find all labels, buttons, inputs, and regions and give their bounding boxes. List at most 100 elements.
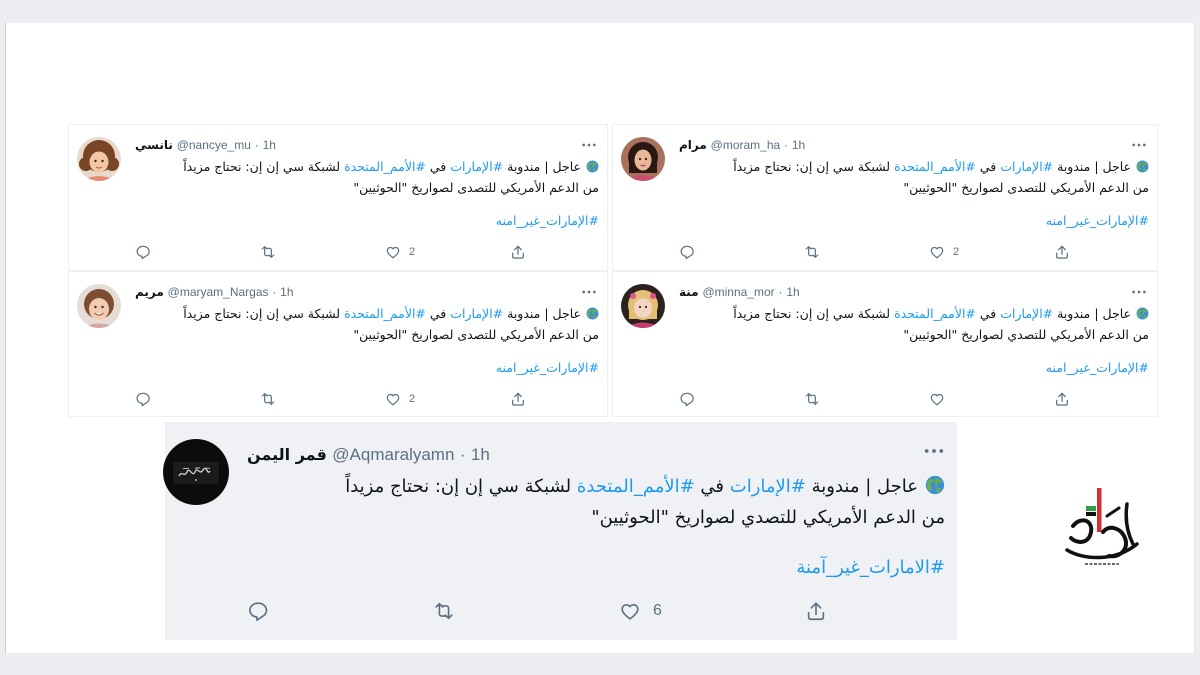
avatar[interactable]: [621, 284, 665, 328]
retweet-icon[interactable]: [804, 244, 820, 260]
avatar[interactable]: [163, 439, 229, 505]
retweet-button[interactable]: [804, 243, 929, 261]
hashtag-link[interactable]: #الأمم_المتحدة: [894, 306, 976, 321]
hashtag-link[interactable]: #الإمارات: [730, 476, 806, 497]
share-button[interactable]: [805, 599, 991, 623]
like-icon[interactable]: [385, 244, 401, 260]
like-count: 6: [653, 602, 662, 619]
display-name[interactable]: قمر اليمن: [247, 445, 327, 464]
like-button[interactable]: 6: [619, 599, 805, 623]
reply-icon[interactable]: [679, 391, 695, 407]
more-options-icon[interactable]: [1131, 289, 1147, 295]
globe-icon: [925, 475, 945, 495]
user-handle[interactable]: @Aqmaralyamn: [332, 445, 454, 464]
timestamp[interactable]: 1h: [471, 445, 490, 464]
hashtag-link[interactable]: #الأمم_المتحدة: [344, 159, 426, 174]
reply-icon[interactable]: [247, 600, 269, 622]
display-name[interactable]: منة: [679, 285, 699, 299]
tweet-text-segment: لشبكة سي إن إن: نحتاج مزيداً: [183, 306, 341, 321]
timestamp[interactable]: 1h: [263, 138, 276, 152]
user-handle[interactable]: @maryam_Nargas: [168, 285, 269, 299]
hashtag-link[interactable]: #الإمارات_غير_امنه: [135, 358, 599, 378]
reply-icon[interactable]: [135, 391, 151, 407]
hashtag-link[interactable]: #الأمم_المتحدة: [577, 476, 695, 497]
like-button[interactable]: 2: [385, 390, 510, 408]
tweet-text-segment: لشبكة سي إن إن: نحتاج مزيداً: [345, 476, 572, 497]
timestamp[interactable]: 1h: [792, 138, 805, 152]
share-button[interactable]: [1054, 390, 1179, 408]
more-options-icon[interactable]: [581, 142, 597, 148]
like-icon[interactable]: [385, 391, 401, 407]
retweet-icon[interactable]: [804, 391, 820, 407]
tweet-text-line: من الدعم الأمريكي للتصدى لصواريخ "الحوثي…: [353, 180, 599, 195]
avatar[interactable]: [621, 137, 665, 181]
like-icon[interactable]: [929, 391, 945, 407]
reply-icon[interactable]: [135, 244, 151, 260]
user-handle[interactable]: @minna_mor: [702, 285, 774, 299]
hashtag-link[interactable]: #الإمارات: [1000, 159, 1053, 174]
tweet-card[interactable]: مرام @moram_ha · 1h عاجل | مندوبة #الإما…: [612, 124, 1158, 271]
share-icon[interactable]: [1054, 244, 1070, 260]
avatar[interactable]: [77, 284, 121, 328]
timestamp[interactable]: 1h: [786, 285, 799, 299]
tweet-header: نانسي @nancye_mu · 1h: [135, 137, 276, 154]
share-icon[interactable]: [805, 600, 827, 622]
tweet-text-segment: لشبكة سي إن إن: نحتاج مزيداً: [183, 159, 341, 174]
hashtag-link[interactable]: #الإمارات: [450, 159, 503, 174]
hashtag-link[interactable]: #الأمم_المتحدة: [894, 159, 976, 174]
retweet-button[interactable]: [260, 243, 385, 261]
retweet-button[interactable]: [260, 390, 385, 408]
avatar[interactable]: [77, 137, 121, 181]
tweet-card[interactable]: منة @minna_mor · 1h عاجل | مندوبة #الإما…: [612, 271, 1158, 417]
display-name[interactable]: نانسي: [135, 138, 173, 152]
tweet-text-segment: في: [429, 159, 447, 174]
share-icon[interactable]: [510, 244, 526, 260]
retweet-icon[interactable]: [260, 244, 276, 260]
reply-button[interactable]: [135, 390, 260, 408]
share-icon[interactable]: [510, 391, 526, 407]
reply-button[interactable]: [247, 599, 433, 623]
like-icon[interactable]: [619, 600, 641, 622]
retweet-button[interactable]: [433, 599, 619, 623]
tweet-text-line: من الدعم الأمريكي للتصدى لصواريخ "الحوثي…: [903, 180, 1149, 195]
timestamp[interactable]: 1h: [280, 285, 293, 299]
user-handle[interactable]: @moram_ha: [711, 138, 781, 152]
reply-button[interactable]: [135, 243, 260, 261]
like-button[interactable]: [929, 390, 1054, 408]
tweet-card[interactable]: مريم @maryam_Nargas · 1h عاجل | مندوبة #…: [68, 271, 608, 417]
tweet-text-segment: في: [979, 306, 997, 321]
more-options-icon[interactable]: [1131, 142, 1147, 148]
share-button[interactable]: [1054, 243, 1179, 261]
like-button[interactable]: 2: [385, 243, 510, 261]
hashtag-link[interactable]: #الإمارات_غير_امنه: [679, 358, 1149, 378]
display-name[interactable]: مريم: [135, 285, 164, 299]
hashtag-link[interactable]: #الإمارات_غير_امنه: [679, 211, 1149, 231]
hashtag-link[interactable]: #الإمارات_غير_امنه: [135, 211, 599, 231]
user-handle[interactable]: @nancye_mu: [177, 138, 251, 152]
tweet-text-line: عاجل | مندوبة #الإمارات في #الأمم_المتحد…: [679, 156, 1149, 177]
tweet-text-segment: في: [979, 159, 997, 174]
retweet-button[interactable]: [804, 390, 929, 408]
tweet-header: منة @minna_mor · 1h: [679, 284, 800, 301]
hashtag-link[interactable]: #الأمم_المتحدة: [344, 306, 426, 321]
reply-icon[interactable]: [679, 244, 695, 260]
separator-dot: ·: [778, 285, 783, 299]
like-icon[interactable]: [929, 244, 945, 260]
retweet-icon[interactable]: [260, 391, 276, 407]
more-options-icon[interactable]: [923, 447, 945, 455]
display-name[interactable]: مرام: [679, 138, 707, 152]
tweet-card[interactable]: نانسي @nancye_mu · 1h عاجل | مندوبة #الإ…: [68, 124, 608, 271]
reply-button[interactable]: [679, 243, 804, 261]
retweet-icon[interactable]: [433, 600, 455, 622]
tweet-actions: 6: [247, 599, 991, 623]
more-options-icon[interactable]: [581, 289, 597, 295]
featured-tweet-card[interactable]: قمر اليمن @Aqmaralyamn · 1h عاجل | مندوب…: [163, 422, 957, 640]
tweet-text-segment: عاجل | مندوبة: [1057, 306, 1131, 321]
hashtag-link[interactable]: #الإمارات: [1000, 306, 1053, 321]
reply-button[interactable]: [679, 390, 804, 408]
hashtag-link[interactable]: #الامارات_غير_آمنة: [247, 555, 945, 581]
like-button[interactable]: 2: [929, 243, 1054, 261]
hashtag-link[interactable]: #الإمارات: [450, 306, 503, 321]
share-icon[interactable]: [1054, 391, 1070, 407]
tweet-text-line: عاجل | مندوبة #الإمارات في #الأمم_المتحد…: [135, 303, 599, 324]
